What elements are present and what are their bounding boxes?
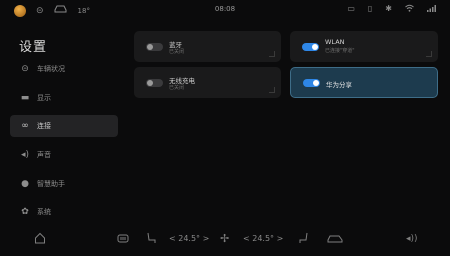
wireless-charging-card[interactable]: 无线充电 已关闭 (134, 67, 281, 98)
sidebar-item-sound[interactable]: ◂) 声音 (10, 144, 118, 166)
speaker-icon: ◂) (20, 150, 30, 161)
bluetooth-icon: ✱ (385, 4, 392, 13)
camera-icon: ▭ (347, 4, 355, 13)
huawei-share-title: 华为分享 (326, 81, 352, 89)
expand-corner-icon (269, 51, 275, 57)
left-temperature[interactable]: < 24.5° > (169, 234, 209, 243)
expand-corner-icon (426, 51, 432, 57)
wiper-icon[interactable] (298, 232, 309, 249)
sidebar-item-connection[interactable]: ∞ 连接 (10, 115, 118, 138)
wlan-title: WLAN (325, 38, 345, 46)
sidebar-item-label: 系统 (37, 208, 51, 217)
fan-icon[interactable]: ✢ (220, 232, 229, 246)
seat-heat-icon[interactable] (117, 232, 129, 249)
home-icon[interactable] (34, 232, 46, 249)
bluetooth-toggle[interactable] (146, 42, 163, 51)
car-status-icon: ⊝ (21, 64, 29, 74)
wlan-toggle[interactable] (302, 42, 319, 51)
sidebar-item-display[interactable]: ▬ 显示 (10, 87, 118, 109)
signal-icon (427, 4, 436, 14)
link-icon: ∞ (21, 121, 29, 132)
sidebar-item-label: 声音 (37, 151, 51, 160)
vibrate-icon: ▯ (367, 4, 373, 13)
bluetooth-status: 已关闭 (169, 49, 185, 55)
system-gear-icon: ✿ (21, 207, 29, 218)
status-bar: ⊝ 18° 08:08 ▭ ▯ ✱ (0, 0, 450, 20)
expand-corner-icon (269, 87, 275, 93)
volume-icon[interactable]: ◂)) (406, 232, 418, 246)
wireless-charging-toggle[interactable] (146, 78, 163, 87)
sidebar-item-label: 车辆状况 (37, 65, 65, 73)
wireless-charging-status: 已关闭 (169, 85, 185, 91)
huawei-share-card[interactable]: 华为分享 (290, 67, 438, 98)
display-icon: ▬ (20, 92, 30, 103)
sidebar-item-smart-assistant[interactable]: ● 智慧助手 (10, 173, 118, 195)
sidebar: ⊝ 车辆状况 ▬ 显示 ∞ 连接 ◂) 声音 ● 智慧助手 ✿ 系统 (10, 58, 118, 230)
wifi-icon (405, 4, 414, 14)
seat-icon[interactable] (146, 232, 157, 249)
bluetooth-card[interactable]: 蓝牙 已关闭 (134, 31, 281, 62)
huawei-share-toggle[interactable] (303, 78, 320, 87)
wlan-card[interactable]: WLAN 已连接"穿道" (290, 31, 438, 62)
sidebar-item-label: 智慧助手 (37, 179, 65, 188)
right-temperature[interactable]: < 24.5° > (243, 234, 283, 243)
car-icon[interactable] (327, 232, 343, 249)
bottom-dock: < 24.5° > ✢ < 24.5° > ◂)) (0, 222, 450, 256)
sidebar-item-vehicle-status[interactable]: ⊝ 车辆状况 (10, 58, 118, 80)
page-title: 设置 (19, 40, 48, 55)
sidebar-item-system[interactable]: ✿ 系统 (10, 201, 118, 223)
sidebar-item-label: 显示 (37, 93, 51, 102)
wlan-status: 已连接"穿道" (325, 48, 355, 54)
sidebar-item-label: 连接 (37, 122, 51, 131)
assistant-icon: ● (21, 178, 29, 189)
status-right: ▭ ▯ ✱ (347, 4, 436, 14)
